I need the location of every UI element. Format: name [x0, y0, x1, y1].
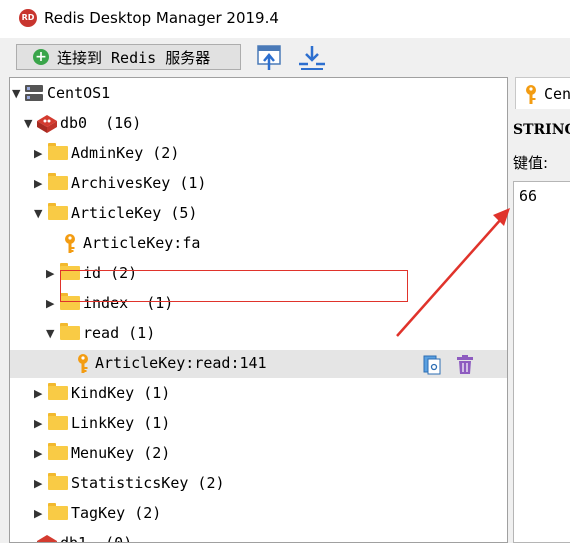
- folder-icon: [48, 503, 68, 520]
- folder-icon: [48, 413, 68, 430]
- copy-key-icon[interactable]: [423, 355, 441, 375]
- expand-arrow-icon[interactable]: ▶: [34, 147, 42, 160]
- collapse-arrow-icon[interactable]: ▼: [12, 87, 20, 100]
- tree-row-folder[interactable]: ▶ KindKey (1): [10, 380, 507, 408]
- tree-row-folder[interactable]: ▶ AdminKey (2): [10, 140, 507, 168]
- key-icon: [65, 234, 75, 253]
- value-editor[interactable]: 66: [513, 181, 570, 543]
- tree-row-key-selected[interactable]: ArticleKey:read:141: [10, 350, 507, 378]
- window-title: Redis Desktop Manager 2019.4: [44, 9, 279, 27]
- tree-row-db0[interactable]: ▼ db0 (16): [10, 110, 507, 138]
- folder-label: read (1): [83, 324, 156, 342]
- tree-row-folder[interactable]: ▶ StatisticsKey (2): [10, 470, 507, 498]
- expand-arrow-icon[interactable]: ▶: [34, 477, 42, 490]
- export-icon: [299, 46, 325, 70]
- folder-label: StatisticsKey (2): [71, 474, 225, 492]
- connect-redis-button[interactable]: + 连接到 Redis 服务器: [16, 44, 241, 70]
- key-icon: [78, 354, 88, 373]
- value-text[interactable]: 66: [519, 187, 537, 205]
- collapse-arrow-icon[interactable]: ▼: [24, 117, 32, 130]
- tree-row-server[interactable]: ▼ CentOS1: [10, 80, 507, 108]
- collapse-arrow-icon[interactable]: ▼: [46, 327, 54, 340]
- key-label: ArticleKey:read:141: [95, 354, 267, 372]
- folder-icon: [48, 143, 68, 160]
- expand-arrow-icon[interactable]: ▶: [34, 447, 42, 460]
- key-type-label: STRING: [513, 122, 570, 138]
- expand-arrow-icon[interactable]: ▶: [34, 177, 42, 190]
- expand-arrow-icon[interactable]: ▶: [34, 507, 42, 520]
- folder-icon: [48, 473, 68, 490]
- tree-row-key[interactable]: ArticleKey:fa: [10, 230, 507, 258]
- key-icon: [526, 85, 536, 104]
- server-name: CentOS1: [47, 84, 111, 102]
- import-icon: [257, 45, 281, 70]
- server-icon: [25, 85, 43, 101]
- folder-icon: [48, 383, 68, 400]
- db0-label: db0 (16): [60, 114, 142, 132]
- folder-open-icon: [60, 323, 80, 340]
- tab-connection[interactable]: Cen: [515, 77, 570, 109]
- folder-label: MenuKey (2): [71, 444, 171, 462]
- plus-circle-icon: +: [33, 49, 49, 65]
- value-field-label: 键值:: [513, 154, 549, 172]
- connect-button-label: 连接到 Redis 服务器: [57, 48, 211, 67]
- folder-label: AdminKey (2): [71, 144, 180, 162]
- connection-tree-panel: ▼ CentOS1 ▼ db0 (16) ▶ AdminKey (2) ▶ Ar…: [9, 77, 508, 543]
- tree-row-db1[interactable]: db1 (0): [10, 530, 507, 543]
- import-button[interactable]: [255, 43, 285, 73]
- export-button[interactable]: [296, 43, 326, 73]
- folder-label: LinkKey (1): [71, 414, 171, 432]
- tree-row-folder[interactable]: ▼ read (1): [10, 320, 507, 348]
- tree-row-folder[interactable]: ▶ LinkKey (1): [10, 410, 507, 438]
- key-label: ArticleKey:fa: [83, 234, 201, 252]
- folder-icon: [48, 443, 68, 460]
- expand-arrow-icon[interactable]: ▶: [46, 297, 54, 310]
- expand-arrow-icon[interactable]: ▶: [34, 417, 42, 430]
- collapse-arrow-icon[interactable]: ▼: [34, 207, 42, 220]
- database-icon: [37, 115, 57, 133]
- database-icon: [37, 535, 57, 542]
- tree-row-folder[interactable]: ▶ TagKey (2): [10, 500, 507, 528]
- folder-label: TagKey (2): [71, 504, 162, 522]
- title-bar: RD Redis Desktop Manager 2019.4: [0, 0, 570, 38]
- folder-icon: [48, 173, 68, 190]
- annotation-highlight-box: [60, 270, 408, 302]
- redis-logo-icon: RD: [19, 9, 37, 27]
- expand-arrow-icon[interactable]: ▶: [34, 387, 42, 400]
- tree-row-folder[interactable]: ▼ ArticleKey (5): [10, 200, 507, 228]
- folder-open-icon: [48, 203, 68, 220]
- tree-row-folder[interactable]: ▶ MenuKey (2): [10, 440, 507, 468]
- folder-label: KindKey (1): [71, 384, 171, 402]
- db1-label: db1 (0): [60, 534, 133, 543]
- tab-label: Cen: [544, 85, 570, 103]
- folder-label: ArchivesKey (1): [71, 174, 207, 192]
- trash-icon[interactable]: [456, 355, 474, 375]
- folder-label: ArticleKey (5): [71, 204, 198, 222]
- expand-arrow-icon[interactable]: ▶: [46, 267, 54, 280]
- tree-row-folder[interactable]: ▶ ArchivesKey (1): [10, 170, 507, 198]
